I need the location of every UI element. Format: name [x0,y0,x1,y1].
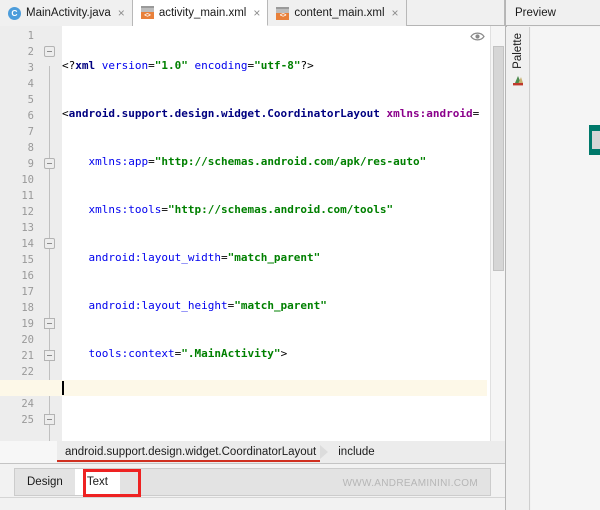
close-icon[interactable]: × [118,7,125,19]
preview-eye-icon[interactable] [470,29,485,41]
file-tab-strip-filler [406,0,505,25]
line-number: 6 [27,110,34,122]
line-number: 25 [21,414,34,426]
line-number: 14 [21,238,34,250]
line-number: 24 [21,398,34,410]
file-tab-label: content_main.xml [294,7,385,19]
xml-layout-icon: <> [276,6,290,20]
code-folding-strip [39,26,62,441]
palette-label: Palette [512,33,524,69]
file-tab-activity-main-xml[interactable]: <> activity_main.xml × [132,0,269,26]
close-icon[interactable]: × [392,7,399,19]
scrollbar-thumb[interactable] [493,46,504,271]
code-text[interactable]: <?xml version="1.0" encoding="utf-8"?> <… [62,26,487,441]
line-number: 17 [21,286,34,298]
preview-panel: Preview Palette [505,0,600,510]
file-tab-strip: C MainActivity.java × <> activity_main.x… [0,0,505,26]
fold-toggle-line-19[interactable] [44,318,55,329]
line-number: 22 [21,366,34,378]
line-number: 21 [21,350,34,362]
file-tab-content-main-xml[interactable]: <> content_main.xml × [268,0,407,26]
line-number: 10 [21,174,34,186]
line-number: 11 [21,190,34,202]
line-number-gutter: 1 2 3 4 5 6 7 8 9 10 11 12 13 14 15 16 1… [0,26,39,441]
xml-layout-icon-glyph: <> [276,12,290,20]
editor-vertical-scrollbar[interactable] [490,26,505,441]
editor-column: C MainActivity.java × <> activity_main.x… [0,0,505,510]
line-number: 8 [27,142,34,154]
tab-text[interactable]: Text [74,469,120,495]
xml-layout-icon-glyph: <> [140,12,154,19]
palette-rail: Palette [506,27,530,510]
file-tab-label: activity_main.xml [158,6,247,19]
code-line-3: xmlns:app="http://schemas.android.com/ap… [88,155,427,168]
line-number: 18 [21,302,34,314]
line-number: 5 [27,94,34,106]
line-number: 20 [21,334,34,346]
fold-toggle-line-14[interactable] [44,238,55,249]
fold-toggle-line-9[interactable] [44,158,55,169]
line-number: 13 [21,222,34,234]
java-class-icon: C [8,6,21,20]
palette-icon [511,73,525,87]
editor-bottom-bar: Design Text WWW.ANDREAMININI.COM [0,463,505,510]
code-line-6: android:layout_height="match_parent" [88,299,327,312]
line-number: 9 [27,158,34,170]
device-preview-edge [589,125,600,155]
line-number: 16 [21,270,34,282]
breadcrumb-item-coordinatorlayout[interactable]: android.support.design.widget.Coordinato… [57,442,321,462]
line-number: 1 [27,30,34,42]
bottom-status-strip [0,497,505,510]
code-line-2: <android.support.design.widget.Coordinat… [62,107,480,120]
line-number: 15 [21,254,34,266]
text-caret [62,381,64,395]
close-icon[interactable]: × [253,7,260,19]
code-line-4: xmlns:tools="http://schemas.android.com/… [88,203,394,216]
breadcrumb-item-include[interactable]: include [330,441,378,463]
line-number: 3 [27,62,34,74]
palette-tool-window-button[interactable]: Palette [507,33,529,87]
fold-toggle-line-2[interactable] [44,46,55,57]
code-line-5: android:layout_width="match_parent" [88,251,321,264]
code-line-1: <?xml version="1.0" encoding="utf-8"?> [62,59,314,72]
line-number: 2 [27,46,34,58]
xml-layout-icon: <> [140,6,154,19]
line-number: 7 [27,126,34,138]
fold-toggle-line-25[interactable] [44,414,55,425]
code-editor[interactable]: 1 2 3 4 5 6 7 8 9 10 11 12 13 14 15 16 1… [0,26,505,441]
watermark: WWW.ANDREAMININI.COM [342,478,478,489]
breadcrumb: android.support.design.widget.Coordinato… [57,441,505,463]
android-studio-window: C MainActivity.java × <> activity_main.x… [0,0,600,510]
design-text-tab-group: Design Text WWW.ANDREAMININI.COM [14,468,491,497]
preview-title: Preview [506,0,600,26]
code-line-7: tools:context=".MainActivity"> [88,347,288,360]
line-number: 12 [21,206,34,218]
line-number: 4 [27,78,34,90]
chevron-right-icon [320,441,330,463]
fold-toggle-line-21[interactable] [44,350,55,361]
preview-canvas[interactable] [531,27,600,510]
tab-design[interactable]: Design [15,469,75,495]
file-tab-label: MainActivity.java [26,7,111,19]
file-tab-mainactivity-java[interactable]: C MainActivity.java × [0,0,133,26]
line-number: 19 [21,318,34,330]
